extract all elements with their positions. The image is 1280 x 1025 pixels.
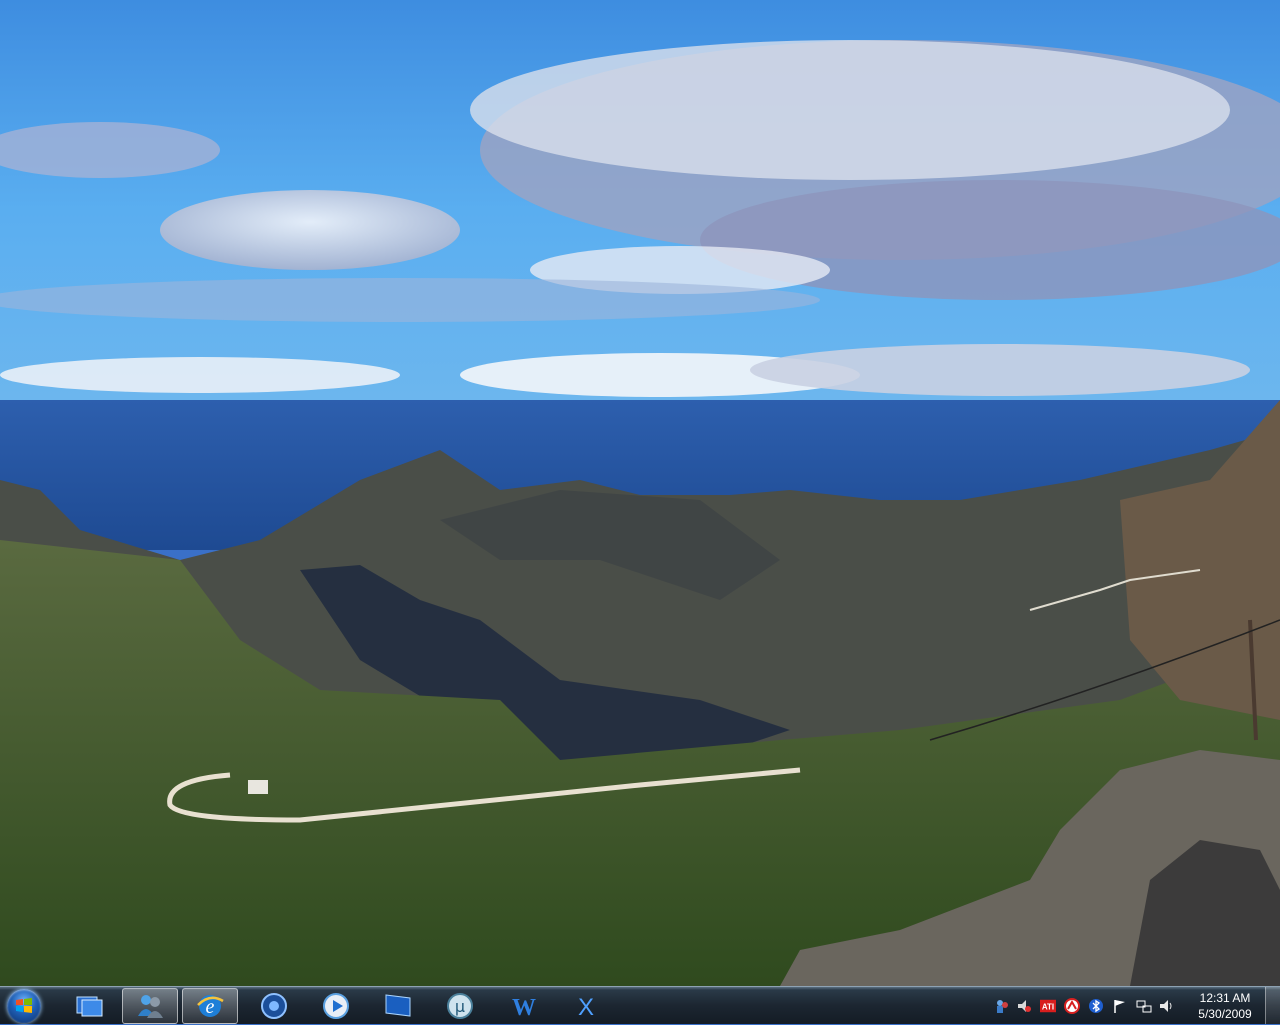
- system-tray: ATI 12:31 AM 5/30/2009: [990, 987, 1280, 1025]
- monitor-icon: [385, 994, 411, 1017]
- internet-explorer-icon: e: [197, 995, 224, 1018]
- ati-icon[interactable]: ATI: [1040, 998, 1056, 1014]
- switch-windows-icon: [76, 996, 103, 1017]
- windows-logo-icon: [7, 989, 41, 1023]
- media-center-icon: [261, 993, 287, 1019]
- desktop-wallpaper: [0, 0, 1280, 986]
- clock-date: 5/30/2009: [1198, 1007, 1252, 1021]
- taskbar-item-word[interactable]: W: [496, 988, 552, 1024]
- svg-text:X: X: [578, 994, 594, 1021]
- word-icon: W: [512, 995, 536, 1021]
- svg-text:ATI: ATI: [1042, 1003, 1054, 1012]
- bluetooth-icon[interactable]: [1088, 998, 1104, 1014]
- x-app-icon: X: [578, 994, 594, 1021]
- clock[interactable]: 12:31 AM 5/30/2009: [1192, 990, 1258, 1022]
- antivirus-icon[interactable]: [1064, 998, 1080, 1014]
- network-people-icon[interactable]: [994, 998, 1010, 1014]
- volume-mute-icon[interactable]: [1016, 998, 1032, 1014]
- messenger-icon: [138, 995, 163, 1018]
- taskbar-item-screen-app[interactable]: [370, 988, 426, 1024]
- taskbar-item-media-player[interactable]: [308, 988, 364, 1024]
- svg-text:µ: µ: [455, 997, 465, 1016]
- taskbar-item-messenger[interactable]: [122, 988, 178, 1024]
- media-player-icon: [323, 993, 349, 1019]
- taskbar-item-internet-explorer[interactable]: e: [182, 988, 238, 1024]
- clock-time: 12:31 AM: [1199, 991, 1251, 1005]
- taskbar-item-x-app[interactable]: X: [558, 988, 614, 1024]
- speaker-icon[interactable]: [1158, 998, 1174, 1014]
- network-icon[interactable]: [1136, 998, 1152, 1014]
- svg-text:W: W: [512, 995, 536, 1021]
- taskbar-item-media-center[interactable]: [246, 988, 302, 1024]
- taskbar-item-utorrent[interactable]: µ: [432, 988, 488, 1024]
- desktop[interactable]: [0, 0, 1280, 986]
- start-button[interactable]: [4, 988, 44, 1024]
- taskbar: e µ W X ATI 12:31 AM 5/30/2009: [0, 986, 1280, 1024]
- utorrent-icon: µ: [447, 993, 473, 1019]
- show-desktop-button[interactable]: [1265, 987, 1280, 1024]
- taskbar-item-window-switcher[interactable]: [62, 988, 118, 1024]
- action-center-flag-icon[interactable]: [1112, 998, 1128, 1014]
